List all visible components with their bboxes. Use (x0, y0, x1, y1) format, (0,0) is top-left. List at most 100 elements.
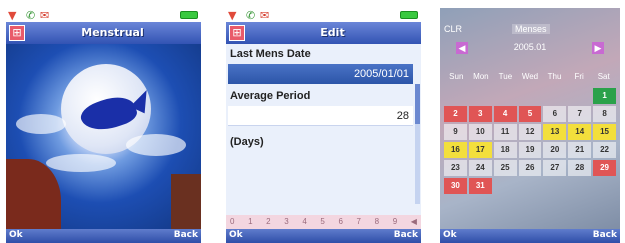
edit-screen: ▼ ✆ ✉ ⊞ Edit Last Mens Date 2005/01/01 A… (226, 8, 421, 243)
last-mens-date-label: Last Mens Date (230, 48, 311, 60)
ok-softkey[interactable]: Ok (443, 230, 457, 240)
phone-icon: ✆ (246, 9, 256, 22)
weekday-label: Fri (574, 72, 584, 81)
calendar-day[interactable]: 18 (493, 142, 517, 158)
month-navigator: ◀ 2005.01 ▶ (444, 42, 616, 56)
number-key[interactable]: 2 (266, 215, 270, 229)
calendar-day[interactable]: 22 (593, 142, 616, 158)
calendar-day[interactable]: 11 (493, 124, 517, 140)
number-key[interactable]: 6 (338, 215, 342, 229)
back-softkey[interactable]: Back (174, 230, 198, 240)
prev-month-button[interactable]: ◀ (456, 42, 468, 54)
calendar-day[interactable]: 19 (518, 142, 542, 158)
cloud-shape (126, 134, 186, 156)
message-icon: ✉ (40, 9, 50, 22)
calendar-day[interactable]: 8 (593, 106, 616, 122)
calendar-empty-cell (469, 88, 492, 104)
number-key[interactable]: 5 (320, 215, 324, 229)
calendar-day[interactable]: 10 (468, 124, 492, 140)
calendar-day[interactable]: 21 (568, 142, 592, 158)
calendar-day[interactable]: 4 (493, 106, 517, 122)
calendar-day[interactable]: 16 (444, 142, 467, 158)
last-mens-date-field[interactable]: 2005/01/01 (228, 64, 413, 84)
calendar-empty-cell (543, 88, 566, 104)
weekday-label: Sun (449, 72, 464, 81)
weekday-header: Sun Mon Tue Wed Thu Fri Sat (444, 72, 616, 81)
menu-icon[interactable]: ⊞ (9, 25, 25, 41)
backspace-icon[interactable]: ◀ (411, 215, 417, 229)
number-key[interactable]: 1 (248, 215, 252, 229)
calendar-day[interactable]: 14 (568, 124, 592, 140)
calendar-day[interactable]: 2 (444, 106, 467, 122)
calendar-day[interactable]: 30 (444, 178, 467, 194)
weekday-label: Tue (498, 72, 513, 81)
days-unit-label: (Days) (230, 136, 264, 148)
number-key[interactable]: 7 (357, 215, 361, 229)
calendar-day[interactable]: 23 (444, 160, 467, 176)
calendar-empty-cell (519, 88, 542, 104)
number-key[interactable]: 4 (302, 215, 306, 229)
weekday-label: Sat (597, 72, 610, 81)
menses-label: Menses (512, 24, 550, 34)
calendar-day[interactable]: 5 (518, 106, 542, 122)
calendar-day[interactable]: 24 (468, 160, 492, 176)
calendar-day[interactable]: 1 (593, 88, 616, 104)
calendar-day[interactable]: 28 (568, 160, 592, 176)
calendar-day[interactable]: 17 (468, 142, 492, 158)
weekday-label: Wed (521, 72, 539, 81)
cloud-shape (46, 154, 116, 172)
signal-icon: ▼ (228, 9, 237, 22)
calendar-grid: 1 2 3 4 5 6 7 8 9 10 11 12 13 14 15 16 17 18 19 20 21 22 23 24 2… (444, 88, 616, 194)
average-period-field[interactable]: 28 (228, 106, 413, 126)
softkey-bar: Ok Back (6, 229, 201, 243)
wallpaper-image (6, 44, 201, 229)
number-key-row: 0 1 2 3 4 5 6 7 8 9 ◀ (226, 215, 421, 229)
ok-softkey[interactable]: Ok (9, 230, 23, 240)
calendar-day[interactable]: 25 (493, 160, 517, 176)
menstrual-wallpaper-screen: ▼ ✆ ✉ ⊞ Menstrual Ok Back (6, 8, 201, 243)
weekday-label: Mon (473, 72, 489, 81)
ok-softkey[interactable]: Ok (229, 230, 243, 240)
calendar-day[interactable]: 26 (518, 160, 542, 176)
calendar-day[interactable]: 9 (444, 124, 467, 140)
edit-form: Last Mens Date 2005/01/01 Average Period… (226, 44, 421, 229)
number-key[interactable]: 8 (375, 215, 379, 229)
phone-icon: ✆ (26, 9, 36, 22)
calendar-day[interactable]: 29 (593, 160, 616, 176)
calendar-day[interactable]: 13 (543, 124, 567, 140)
number-key[interactable]: 9 (393, 215, 397, 229)
calendar-day[interactable]: 3 (468, 106, 492, 122)
number-key[interactable]: 0 (230, 215, 234, 229)
weekday-label: Thu (547, 72, 562, 81)
back-softkey[interactable]: Back (394, 230, 418, 240)
calendar-screen: CLR Menses ◀ 2005.01 ▶ Sun Mon Tue Wed Thu Fr… (440, 8, 620, 243)
menu-icon[interactable]: ⊞ (229, 25, 245, 41)
calendar-day[interactable]: 27 (543, 160, 567, 176)
battery-icon (180, 11, 198, 19)
calendar-empty-cell (568, 88, 591, 104)
number-key[interactable]: 3 (284, 215, 288, 229)
calendar-day[interactable]: 6 (543, 106, 567, 122)
next-month-button[interactable]: ▶ (592, 42, 604, 54)
scrollbar-thumb[interactable] (415, 84, 420, 124)
calendar-empty-cell (494, 88, 517, 104)
tree-silhouette (6, 159, 61, 229)
status-bar: ▼ ✆ ✉ (6, 8, 201, 22)
average-period-label: Average Period (230, 90, 311, 102)
calendar-header: CLR Menses (444, 24, 616, 38)
title-bar: ⊞ Edit (226, 22, 421, 44)
calendar-day[interactable]: 7 (568, 106, 592, 122)
softkey-bar: Ok Back (226, 229, 421, 243)
month-label: 2005.01 (513, 42, 547, 52)
battery-icon (400, 11, 418, 19)
calendar-day[interactable]: 31 (468, 178, 492, 194)
screen-title: Menstrual (81, 26, 144, 39)
title-bar: ⊞ Menstrual (6, 22, 201, 44)
cloud-shape (16, 114, 66, 134)
calendar-day[interactable]: 12 (518, 124, 542, 140)
back-softkey[interactable]: Back (593, 230, 617, 240)
calendar-day[interactable]: 20 (543, 142, 567, 158)
calendar-empty-cell (444, 88, 467, 104)
calendar-day[interactable]: 15 (593, 124, 616, 140)
clear-label[interactable]: CLR (444, 24, 462, 34)
